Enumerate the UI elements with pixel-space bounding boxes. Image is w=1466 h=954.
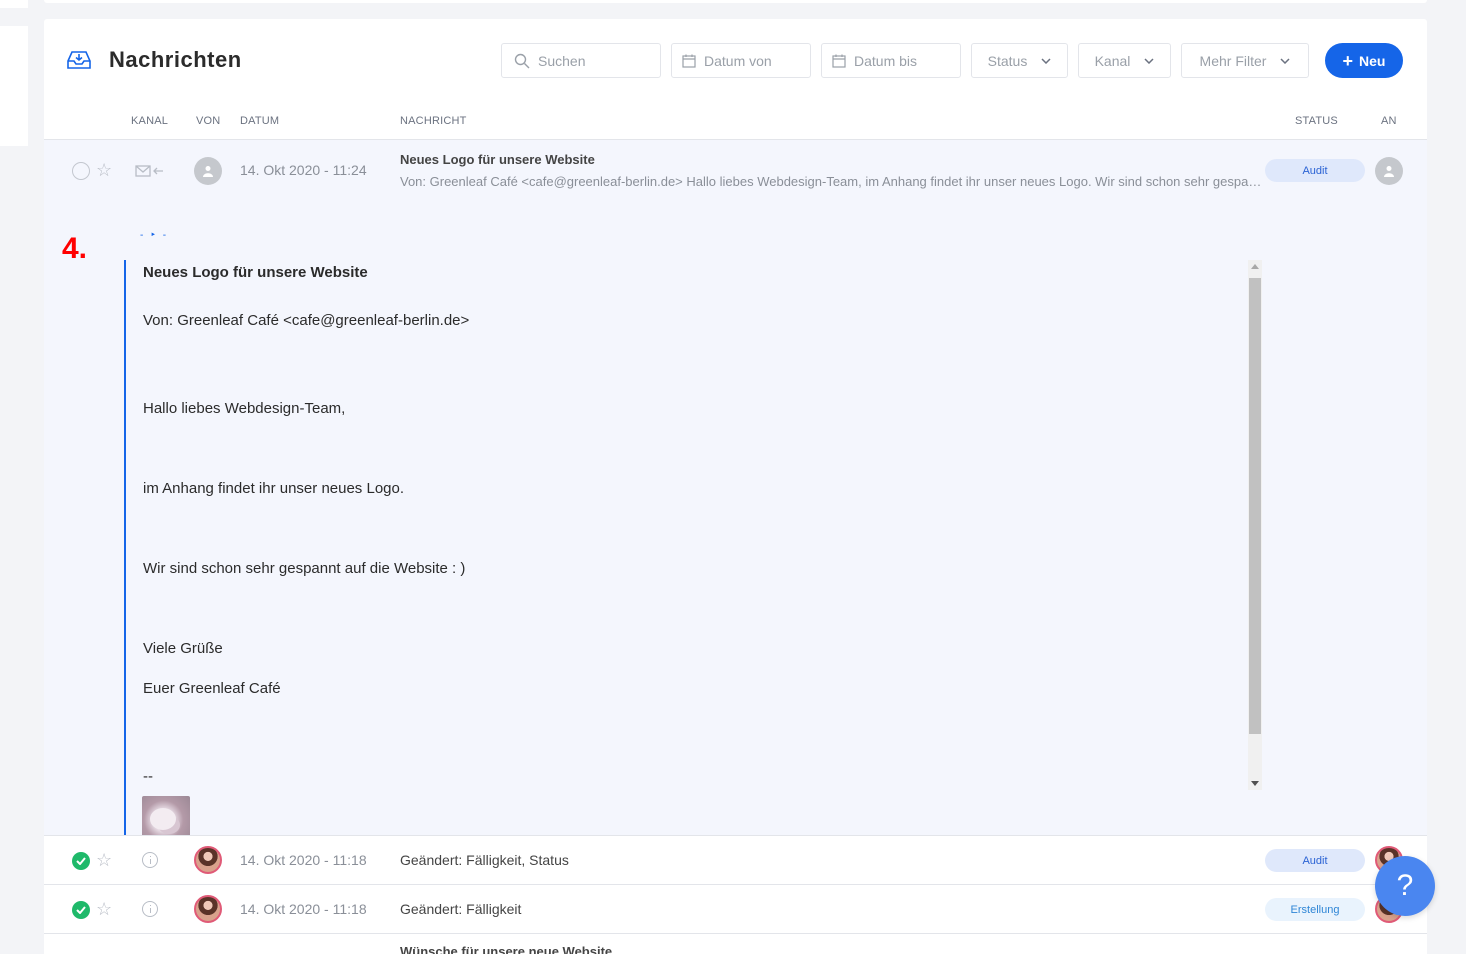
star-icon[interactable]: ☆ bbox=[96, 900, 112, 918]
step-marker: 4. bbox=[62, 232, 88, 265]
column-header-status[interactable]: STATUS bbox=[1295, 115, 1338, 127]
check-icon[interactable] bbox=[72, 852, 90, 870]
sender-avatar bbox=[194, 157, 222, 185]
table-row[interactable]: Wünsche für unsere neue Website bbox=[44, 933, 1427, 954]
row-date: 14. Okt 2020 - 11:18 bbox=[240, 852, 367, 868]
messages-header: Nachrichten Suchen Datum von Datum bis S… bbox=[44, 19, 1427, 101]
info-icon bbox=[142, 901, 158, 917]
status-badge[interactable]: Audit bbox=[1265, 159, 1365, 182]
user-icon bbox=[1384, 166, 1394, 177]
row-text[interactable]: Geändert: Fälligkeit bbox=[400, 901, 521, 917]
column-header-kanal[interactable]: KANAL bbox=[131, 115, 168, 127]
info-icon bbox=[142, 852, 158, 868]
status-badge[interactable]: Audit bbox=[1265, 849, 1365, 872]
status-badge[interactable]: Erstellung bbox=[1265, 898, 1365, 921]
scroll-down-icon[interactable] bbox=[1251, 781, 1259, 786]
sidebar-panel bbox=[0, 26, 28, 146]
date-from-label: Datum von bbox=[704, 52, 772, 69]
top-card-edge bbox=[44, 0, 1427, 3]
body-line-1: im Anhang findet ihr unser neues Logo. bbox=[143, 480, 405, 497]
star-icon[interactable]: ☆ bbox=[96, 161, 112, 179]
column-header-an[interactable]: AN bbox=[1381, 115, 1397, 127]
kanal-filter-dropdown[interactable]: Kanal bbox=[1078, 43, 1171, 78]
plus-icon: + bbox=[1342, 50, 1354, 71]
date-to-label: Datum bis bbox=[854, 52, 918, 69]
body-greeting: Hallo liebes Webdesign-Team, bbox=[143, 400, 346, 417]
scroll-up-icon[interactable] bbox=[1251, 264, 1259, 269]
table-row[interactable]: ☆ 14. Okt 2020 - 11:18 Geändert: Fälligk… bbox=[44, 884, 1427, 933]
message-body: Neues Logo für unsere Website Von: Green… bbox=[124, 260, 1264, 844]
table-row[interactable]: ☆ 14. Okt 2020 - 11:18 Geändert: Fälligk… bbox=[44, 835, 1427, 884]
assignee-avatar[interactable] bbox=[1375, 157, 1403, 185]
date-to-field[interactable]: Datum bis bbox=[821, 43, 961, 78]
column-header-nachricht[interactable]: NACHRICHT bbox=[400, 115, 467, 127]
row-subject[interactable]: Wünsche für unsere neue Website bbox=[400, 944, 612, 954]
body-closing: Viele Grüße bbox=[143, 640, 223, 657]
scroll-thumb[interactable] bbox=[1249, 278, 1261, 734]
chevron-down-icon bbox=[1144, 57, 1154, 64]
column-header-datum[interactable]: DATUM bbox=[240, 115, 279, 127]
sidebar-edge bbox=[0, 0, 28, 8]
message-preview: Von: Greenleaf Café <cafe@greenleaf-berl… bbox=[400, 174, 1266, 189]
kanal-filter-label: Kanal bbox=[1094, 52, 1131, 69]
inbox-icon bbox=[67, 51, 91, 69]
star-icon[interactable]: ☆ bbox=[96, 851, 112, 869]
date-from-field[interactable]: Datum von bbox=[671, 43, 811, 78]
select-radio[interactable] bbox=[72, 162, 90, 180]
user-icon bbox=[203, 166, 213, 177]
message-subject[interactable]: Neues Logo für unsere Website bbox=[400, 152, 595, 167]
messages-panel: Nachrichten Suchen Datum von Datum bis S… bbox=[44, 19, 1427, 954]
row-date: 14. Okt 2020 - 11:18 bbox=[240, 901, 367, 917]
body-signature: Euer Greenleaf Café bbox=[143, 680, 281, 697]
body-separator: -- bbox=[143, 768, 153, 785]
search-icon bbox=[514, 53, 530, 68]
chevron-down-icon bbox=[1041, 57, 1051, 64]
help-button[interactable]: ? bbox=[1375, 856, 1435, 916]
sender-avatar bbox=[194, 895, 222, 923]
chevron-down-icon bbox=[1280, 57, 1290, 64]
message-toggle-controls[interactable]: - ‣ - bbox=[140, 230, 168, 241]
more-filters-label: Mehr Filter bbox=[1199, 52, 1267, 69]
check-icon[interactable] bbox=[72, 901, 90, 919]
search-input[interactable]: Suchen bbox=[501, 43, 661, 78]
body-line-2: Wir sind schon sehr gespannt auf die Web… bbox=[143, 560, 466, 577]
expanded-message: ☆ 14. Okt 2020 - 11:24 Neues Logo für un… bbox=[44, 140, 1427, 844]
table-row[interactable]: ☆ 14. Okt 2020 - 11:24 Neues Logo für un… bbox=[44, 140, 1427, 202]
row-text[interactable]: Geändert: Fälligkeit, Status bbox=[400, 852, 569, 868]
page-title: Nachrichten bbox=[109, 47, 242, 72]
sender-avatar bbox=[194, 846, 222, 874]
search-placeholder: Suchen bbox=[538, 52, 586, 69]
mail-incoming-icon bbox=[135, 165, 163, 177]
calendar-icon bbox=[832, 54, 846, 68]
status-filter-dropdown[interactable]: Status bbox=[971, 43, 1068, 78]
status-filter-label: Status bbox=[987, 52, 1028, 69]
calendar-icon bbox=[682, 54, 696, 68]
body-subject: Neues Logo für unsere Website bbox=[143, 264, 368, 281]
message-date: 14. Okt 2020 - 11:24 bbox=[240, 162, 367, 178]
column-header-von[interactable]: VON bbox=[196, 115, 220, 127]
body-from: Von: Greenleaf Café <cafe@greenleaf-berl… bbox=[143, 312, 470, 329]
new-button-label: Neu bbox=[1359, 52, 1386, 69]
new-message-button[interactable]: + Neu bbox=[1325, 43, 1403, 78]
message-scrollbar[interactable] bbox=[1248, 260, 1262, 790]
more-filters-dropdown[interactable]: Mehr Filter bbox=[1181, 43, 1309, 78]
